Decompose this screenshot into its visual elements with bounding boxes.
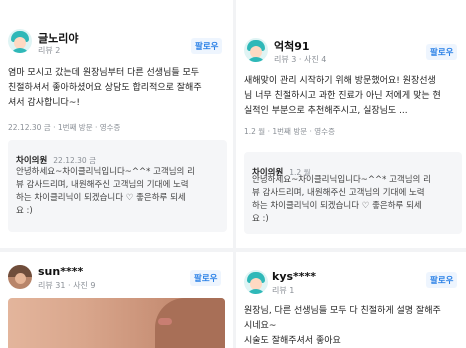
reviewer-meta: 리뷰 2	[38, 46, 61, 55]
reply-date: 22.12.30 금	[53, 156, 96, 165]
reply-line: 요 :)	[252, 214, 269, 224]
review-line: 원장님, 다른 선생님들 모두 다 친절하게 설명 잘해주	[244, 306, 441, 316]
review-text[interactable]: 염마 모시고 갔는데 원장님부터 다른 선생님들 모두 친절하셔서 좋아하셨어요…	[8, 66, 202, 111]
review-text[interactable]: 새해맞이 관리 시작하기 위해 방문했어요! 원장선생 님 너무 친절하시고 과…	[244, 74, 441, 119]
reply-line: 안녕하세요~차이클리닉입니다~^^* 고객님의 리	[252, 175, 431, 185]
reply-line: 뷰 감사드리며, 내원해주신 고객님의 기대에 노력	[16, 180, 189, 190]
reply-line: 안녕하세요~차이클리닉입니다~^^* 고객님의 리	[16, 167, 195, 177]
user-avatar-icon[interactable]	[244, 38, 268, 62]
user-avatar-icon[interactable]	[244, 270, 268, 294]
reply-line: 요 :)	[16, 206, 33, 216]
review-text[interactable]: 원장님, 다른 선생님들 모두 다 친절하게 설명 잘해주 시네요~ 시술도 잘…	[244, 304, 441, 348]
review-card: sun**** 리뷰 31 · 사진 9 팔로우	[0, 252, 233, 348]
review-line: 시술도 잘해주셔서 좋아요	[244, 336, 341, 346]
review-photo[interactable]	[8, 298, 225, 348]
reply-line: 뷰 감사드리며, 내원해주신 고객님의 기대에 노력	[252, 188, 425, 198]
owner-reply: 차이의원 22.12.30 금 안녕하세요~차이클리닉입니다~^^* 고객님의 리…	[8, 140, 227, 232]
follow-button[interactable]: 팔로우	[191, 38, 223, 54]
reviewer-name[interactable]: sun****	[38, 265, 83, 278]
review-line: 셔서 감사합니다~!	[8, 98, 80, 108]
reviewer-name[interactable]: 글노리야	[38, 30, 78, 46]
visit-info: 1.2 월 · 1번째 방문 · 영수증	[244, 127, 335, 136]
reviewer-meta: 리뷰 31 · 사진 9	[38, 281, 96, 290]
visit-info: 22.12.30 금 · 1번째 방문 · 영수증	[8, 123, 121, 132]
owner-reply: 차이의원 1.2 월 안녕하세요~차이클리닉입니다~^^* 고객님의 리 뷰 감사…	[244, 152, 462, 234]
reviewer-name[interactable]: kys****	[272, 270, 316, 283]
review-line: 염마 모시고 갔는데 원장님부터 다른 선생님들 모두	[8, 68, 200, 78]
user-avatar-icon[interactable]	[8, 265, 32, 289]
review-line: 실적인 부분으로 추천해주시고, 실장님도 ...	[244, 106, 408, 116]
reply-author: 차이의원	[16, 156, 48, 166]
reply-line: 하는 차이클리닉이 되겠습니다 ♡ 좋은하루 되세	[252, 201, 422, 211]
reviewer-meta: 리뷰 1	[272, 286, 295, 295]
follow-button[interactable]: 팔로우	[426, 272, 458, 288]
reply-line: 하는 차이클리닉이 되겠습니다 ♡ 좋은하루 되세	[16, 193, 186, 203]
user-avatar-icon[interactable]	[8, 29, 32, 53]
review-line: 새해맞이 관리 시작하기 위해 방문했어요! 원장선생	[244, 76, 436, 86]
review-line: 친절하셔서 좋아하셨어요 상담도 합리적으로 잘해주	[8, 83, 202, 93]
review-line: 시네요~	[244, 321, 277, 331]
reviewer-meta: 리뷰 3 · 사진 4	[274, 55, 327, 64]
reply-text: 안녕하세요~차이클리닉입니다~^^* 고객님의 리 뷰 감사드리며, 내원해주신…	[16, 166, 195, 218]
review-card: 글노리야 리뷰 2 팔로우 염마 모시고 갔는데 원장님부터 다른 선생님들 모…	[0, 0, 233, 248]
review-card: kys**** 리뷰 1 팔로우 원장님, 다른 선생님들 모두 다 친절하게 …	[236, 252, 466, 348]
follow-button[interactable]: 팔로우	[426, 44, 458, 60]
review-line: 님 너무 친절하시고 과한 진료가 아닌 저에게 맞는 현	[244, 91, 441, 101]
review-card: 억척91 리뷰 3 · 사진 4 팔로우 새해맞이 관리 시작하기 위해 방문했…	[236, 0, 466, 248]
reply-text: 안녕하세요~차이클리닉입니다~^^* 고객님의 리 뷰 감사드리며, 내원해주신…	[252, 174, 431, 226]
follow-button[interactable]: 팔로우	[190, 270, 222, 286]
reviewer-name[interactable]: 억척91	[274, 38, 310, 54]
